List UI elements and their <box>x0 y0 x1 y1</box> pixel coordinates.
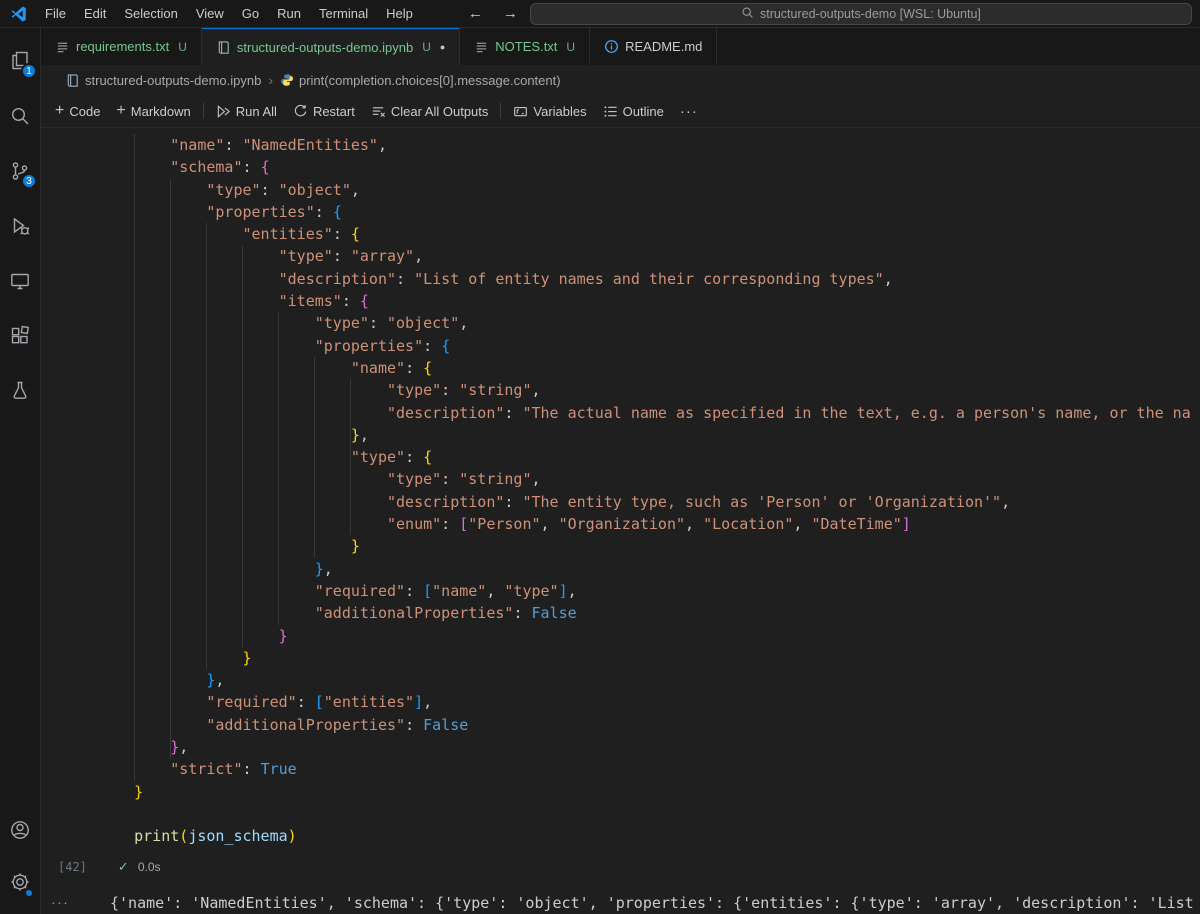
output-text: {'name': 'NamedEntities', 'schema': {'ty… <box>110 892 1194 914</box>
execution-count: [42] <box>58 860 87 874</box>
remote-explorer-icon[interactable] <box>0 253 40 308</box>
explorer-badge: 1 <box>21 63 37 79</box>
menu-selection[interactable]: Selection <box>115 0 186 27</box>
info-icon <box>604 39 619 54</box>
run-all-label: Run All <box>236 104 277 119</box>
unsaved-dot-icon[interactable]: ● <box>440 42 445 52</box>
source-control-icon[interactable]: 3 <box>0 143 40 198</box>
back-arrow-icon[interactable]: ← <box>468 5 483 22</box>
variables-button[interactable]: Variables <box>505 98 594 124</box>
breadcrumb: structured-outputs-demo.ipynb › print(co… <box>41 65 1200 95</box>
tab-label: README.md <box>625 39 702 54</box>
activity-bar: 1 3 <box>0 28 41 914</box>
notebook-toolbar: + Code + Markdown Run All Restart <box>41 95 1200 128</box>
menu-terminal[interactable]: Terminal <box>310 0 377 27</box>
more-actions-button[interactable]: ··· <box>672 98 706 124</box>
add-markdown-cell-button[interactable]: + Markdown <box>108 98 198 124</box>
tab-NOTES.txt[interactable]: NOTES.txt U <box>460 28 590 65</box>
testing-icon[interactable] <box>0 363 40 418</box>
code-block[interactable]: "name": "NamedEntities", "schema": { "ty… <box>98 134 1191 848</box>
add-code-cell-button[interactable]: + Code <box>47 98 108 124</box>
title-bar: FileEditSelectionViewGoRunTerminalHelp ←… <box>0 0 1200 28</box>
notebook-editor: "name": "NamedEntities", "schema": { "ty… <box>41 128 1200 914</box>
plus-icon: + <box>116 103 125 119</box>
outline-icon <box>603 104 618 119</box>
python-symbol-icon <box>280 73 294 87</box>
add-markdown-label: Markdown <box>131 104 191 119</box>
menu-help[interactable]: Help <box>377 0 422 27</box>
success-check-icon: ✓ <box>118 859 129 875</box>
menu-edit[interactable]: Edit <box>75 0 115 27</box>
menu-file[interactable]: File <box>36 0 75 27</box>
variables-label: Variables <box>533 104 586 119</box>
output-overflow-icon[interactable]: ··· <box>51 892 69 914</box>
run-all-icon <box>216 104 231 119</box>
source-control-badge: 3 <box>21 173 37 189</box>
tab-bar: requirements.txt Ustructured-outputs-demo… <box>41 28 1200 65</box>
cell-status-row: [42] ✓ 0.0s <box>58 855 161 879</box>
tab-structured-outputs-demo.ipynb[interactable]: structured-outputs-demo.ipynb U ● <box>202 28 460 65</box>
cell-output: ··· {'name': 'NamedEntities', 'schema': … <box>41 892 1200 914</box>
menu-go[interactable]: Go <box>233 0 268 27</box>
plus-icon: + <box>55 103 64 119</box>
history-nav: ← → <box>468 5 518 22</box>
activity-bar-bottom <box>0 804 40 908</box>
clear-outputs-button[interactable]: Clear All Outputs <box>363 98 497 124</box>
command-center-search[interactable]: structured-outputs-demo [WSL: Ubuntu] <box>530 3 1192 25</box>
git-status-badge: U <box>422 40 431 54</box>
toolbar-separator <box>203 103 204 119</box>
extensions-icon[interactable] <box>0 308 40 363</box>
clear-outputs-label: Clear All Outputs <box>391 104 489 119</box>
ellipsis-icon: ··· <box>680 103 698 120</box>
git-status-badge: U <box>566 40 575 54</box>
clear-all-icon <box>371 104 386 119</box>
search-icon <box>741 6 754 22</box>
git-status-badge: U <box>178 40 187 54</box>
outline-label: Outline <box>623 104 664 119</box>
cell-duration: 0.0s <box>138 860 161 874</box>
accounts-icon[interactable] <box>0 804 40 856</box>
explorer-icon[interactable]: 1 <box>0 33 40 88</box>
restart-icon <box>293 104 308 119</box>
vscode-logo-icon <box>10 5 28 23</box>
restart-label: Restart <box>313 104 355 119</box>
tab-label: structured-outputs-demo.ipynb <box>237 40 413 55</box>
menu-bar: FileEditSelectionViewGoRunTerminalHelp <box>36 0 422 27</box>
menu-view[interactable]: View <box>187 0 233 27</box>
notebook-icon <box>65 73 80 88</box>
breadcrumb-separator: › <box>268 72 273 88</box>
breadcrumb-cell[interactable]: print(completion.choices[0].message.cont… <box>299 73 561 88</box>
tab-README.md[interactable]: README.md <box>590 28 717 65</box>
command-center-label: structured-outputs-demo [WSL: Ubuntu] <box>760 7 981 21</box>
toolbar-separator <box>500 103 501 119</box>
breadcrumb-file[interactable]: structured-outputs-demo.ipynb <box>85 73 261 88</box>
tab-label: NOTES.txt <box>495 39 557 54</box>
variables-icon <box>513 104 528 119</box>
run-all-button[interactable]: Run All <box>208 98 285 124</box>
settings-gear-icon[interactable] <box>0 856 40 908</box>
text-file-icon <box>55 39 70 54</box>
text-file-icon <box>474 39 489 54</box>
forward-arrow-icon[interactable]: → <box>503 5 518 22</box>
add-code-label: Code <box>69 104 100 119</box>
notebook-icon <box>216 40 231 55</box>
search-view-icon[interactable] <box>0 88 40 143</box>
tab-label: requirements.txt <box>76 39 169 54</box>
restart-button[interactable]: Restart <box>285 98 363 124</box>
run-debug-icon[interactable] <box>0 198 40 253</box>
menu-run[interactable]: Run <box>268 0 310 27</box>
settings-badge <box>24 888 34 898</box>
tab-requirements.txt[interactable]: requirements.txt U <box>41 28 202 65</box>
outline-button[interactable]: Outline <box>595 98 672 124</box>
